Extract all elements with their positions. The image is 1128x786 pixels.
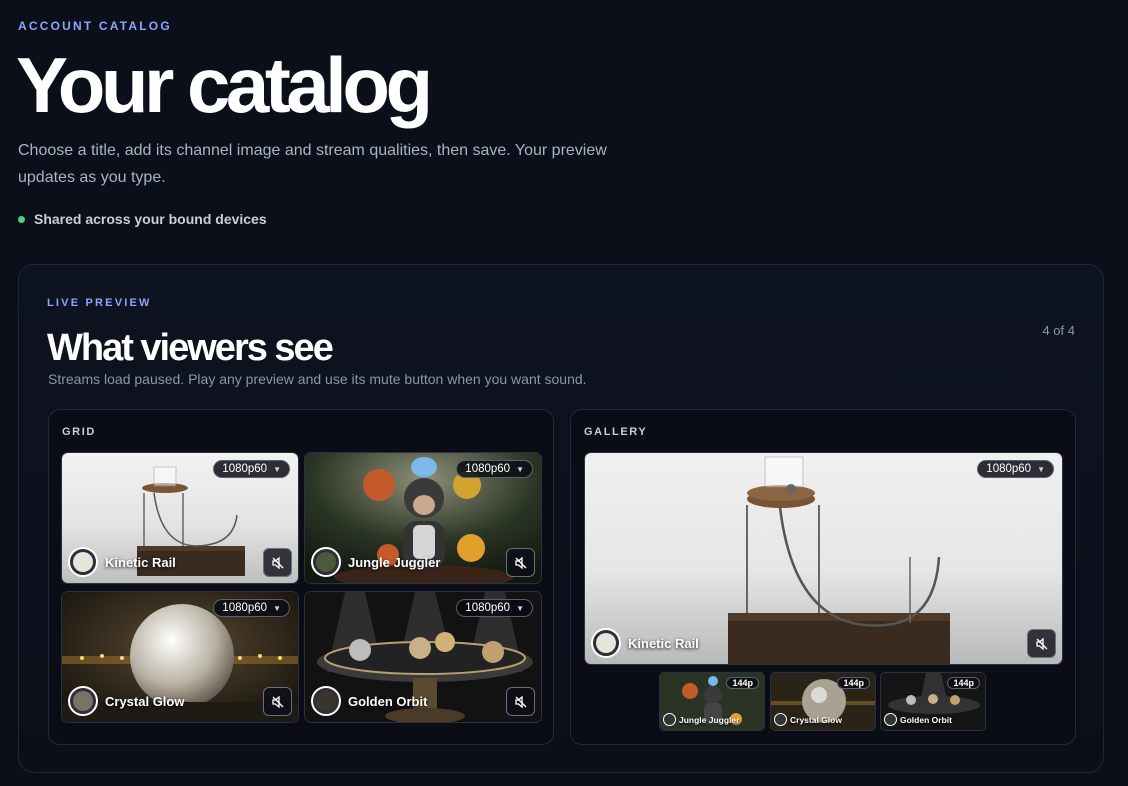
channel-info: Golden Orbit [311,686,427,716]
channel-name: Crystal Glow [790,714,842,725]
avatar [884,713,897,726]
page-title: Your catalog [16,41,433,129]
status-dot-icon [18,215,25,223]
channel-info: Kinetic Rail [68,547,176,577]
channel-name: Crystal Glow [105,693,185,709]
channel-info: Crystal Glow [68,686,184,716]
mute-button[interactable] [263,548,292,577]
chevron-down-icon: ▼ [516,603,524,613]
quality-selector[interactable]: 1080p60 ▼ [456,460,533,478]
chevron-down-icon: ▼ [273,603,281,613]
avatar [311,547,341,577]
gallery-thumbnail[interactable]: 144p Jungle Juggler [659,672,765,731]
channel-info: Golden Orbit [884,713,952,726]
speaker-muted-icon [271,695,283,708]
channel-name: Kinetic Rail [105,554,176,570]
channel-name: Golden Orbit [900,714,952,725]
mute-button[interactable] [506,687,535,716]
quality-label: 1080p60 [465,602,511,614]
chevron-down-icon: ▼ [1037,464,1045,474]
mute-button[interactable] [1027,629,1056,658]
quality-selector[interactable]: 1080p60 ▼ [213,599,290,617]
avatar [311,686,341,716]
avatar [663,713,676,726]
chevron-down-icon: ▼ [273,464,281,474]
stream-tile[interactable]: 1080p60 ▼ Jungle Juggler [304,452,542,584]
quality-label: 1080p60 [222,602,268,614]
quality-label: 1080p60 [222,463,268,475]
speaker-muted-icon [1035,637,1047,650]
avatar [68,686,98,716]
avatar [774,713,787,726]
shared-status-label: Shared across your bound devices [34,211,267,227]
shared-status: Shared across your bound devices [18,211,267,227]
channel-name: Jungle Juggler [348,554,441,570]
mute-button[interactable] [506,548,535,577]
preview-title: What viewers see [47,327,334,369]
quality-label: 1080p60 [986,463,1032,475]
grid-label: GRID [62,426,96,438]
quality-selector[interactable]: 1080p60 ▼ [456,599,533,617]
speaker-muted-icon [514,695,526,708]
account-eyebrow: ACCOUNT CATALOG [18,19,172,33]
gallery-main-tile[interactable]: 1080p60 ▼ Kinetic Rail [584,452,1063,665]
quality-badge: 144p [726,677,759,689]
quality-badge: 144p [947,677,980,689]
avatar [68,547,98,577]
preview-pager: 4 of 4 [1042,323,1075,338]
quality-badge: 144p [837,677,870,689]
channel-info: Jungle Juggler [311,547,440,577]
stream-tile[interactable]: 1080p60 ▼ Golden Orbit [304,591,542,723]
gallery-label: GALLERY [584,426,648,438]
speaker-muted-icon [271,556,283,569]
intro-text: Choose a title, add its channel image an… [18,142,607,186]
speaker-muted-icon [514,556,526,569]
quality-label: 1080p60 [465,463,511,475]
quality-selector[interactable]: 1080p60 ▼ [977,460,1054,478]
chevron-down-icon: ▼ [516,464,524,474]
gallery-thumbnail[interactable]: 144p Crystal Glow [770,672,876,731]
mute-button[interactable] [263,687,292,716]
avatar [591,628,621,658]
channel-name: Golden Orbit [348,693,428,709]
preview-subtitle: Streams load paused. Play any preview an… [48,371,587,387]
channel-name: Kinetic Rail [628,635,699,651]
preview-eyebrow: LIVE PREVIEW [47,297,152,309]
gallery-thumbnail[interactable]: 144p Golden Orbit [880,672,986,731]
channel-info: Crystal Glow [774,713,842,726]
stream-tile[interactable]: 1080p60 ▼ Crystal Glow [61,591,299,723]
channel-info: Jungle Juggler [663,713,739,726]
stream-tile[interactable]: 1080p60 ▼ Kinetic Rail [61,452,299,584]
quality-selector[interactable]: 1080p60 ▼ [213,460,290,478]
channel-info: Kinetic Rail [591,628,699,658]
grid-panel: GRID 1080p60 ▼ Kinetic Rail 1080p60 ▼ Ju… [48,409,554,745]
channel-name: Jungle Juggler [679,714,740,725]
